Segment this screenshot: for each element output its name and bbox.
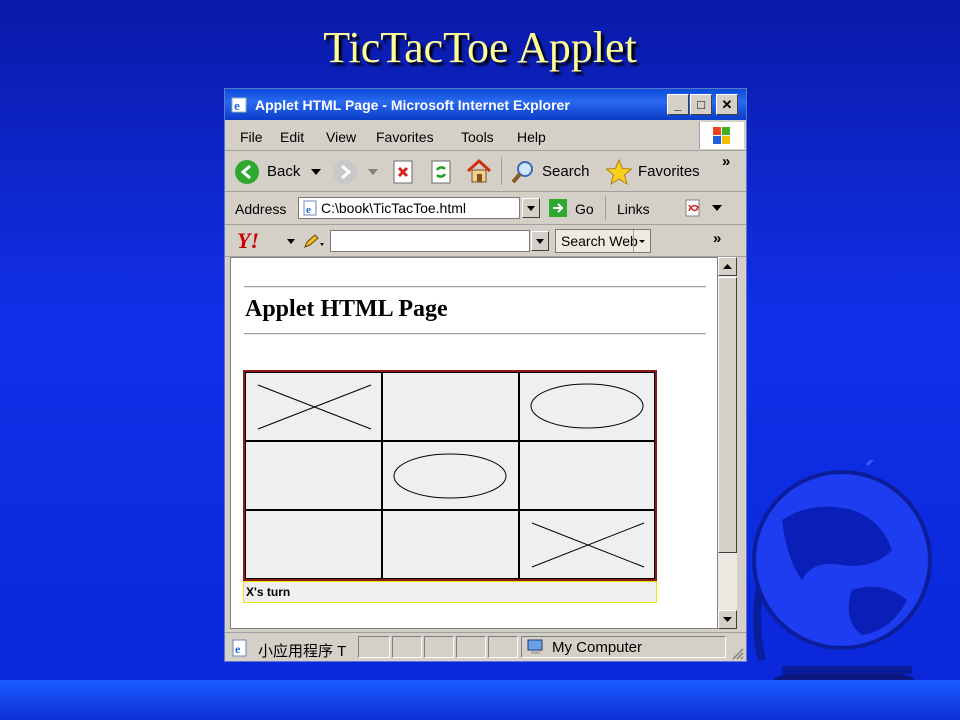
maximize-button[interactable]: □ xyxy=(690,94,712,115)
menu-help[interactable]: Help xyxy=(517,129,546,145)
scroll-thumb[interactable] xyxy=(718,277,737,553)
o-mark xyxy=(393,453,507,499)
address-input[interactable]: e C:\book\TicTacToe.html xyxy=(298,197,520,219)
search-web-button[interactable]: Search Web xyxy=(555,229,651,253)
slide-title: TicTacToe Applet xyxy=(323,23,637,72)
status-pane xyxy=(358,636,390,658)
address-value: C:\book\TicTacToe.html xyxy=(321,200,466,216)
cell-0-1[interactable] xyxy=(382,372,519,441)
yahoo-toolbar: Y! Search Web » xyxy=(225,225,746,257)
back-button[interactable]: Back xyxy=(267,163,300,180)
cell-1-0[interactable] xyxy=(245,441,382,510)
tictactoe-board xyxy=(243,370,657,581)
menu-edit[interactable]: Edit xyxy=(280,129,304,145)
search-button[interactable]: Search xyxy=(542,163,590,180)
status-message: 小应用程序 T xyxy=(258,643,347,660)
status-pane xyxy=(488,636,518,658)
favorites-star-icon[interactable] xyxy=(605,158,633,186)
status-bar: e 小应用程序 T My Computer xyxy=(225,632,746,662)
x-mark xyxy=(531,522,645,568)
ie-icon: e xyxy=(231,97,247,113)
browser-window: e Applet HTML Page - Microsoft Internet … xyxy=(224,88,747,662)
back-arrow-icon[interactable] xyxy=(234,159,260,185)
address-dropdown-button[interactable] xyxy=(522,198,540,218)
svg-text:e: e xyxy=(234,98,240,113)
title-bar[interactable]: e Applet HTML Page - Microsoft Internet … xyxy=(225,89,746,120)
scroll-down-button[interactable] xyxy=(718,610,737,629)
status-pane xyxy=(456,636,486,658)
yahoo-overflow-chevron[interactable]: » xyxy=(713,230,721,247)
cell-2-2[interactable] xyxy=(519,510,655,579)
yahoo-search-input[interactable] xyxy=(330,230,530,252)
minimize-button[interactable]: _ xyxy=(667,94,689,115)
yahoo-search-dropdown[interactable] xyxy=(531,231,549,251)
links-button[interactable]: Links xyxy=(617,201,650,217)
svg-text:e: e xyxy=(306,204,311,216)
cell-0-2[interactable] xyxy=(519,372,655,441)
bottom-band xyxy=(0,680,960,720)
go-arrow-icon[interactable] xyxy=(549,199,567,217)
close-button[interactable]: ✕ xyxy=(716,94,738,115)
page-content: Applet HTML Page X's turn xyxy=(230,257,718,629)
cell-1-1[interactable] xyxy=(382,441,519,510)
toolbar-separator xyxy=(501,157,502,185)
cell-1-2[interactable] xyxy=(519,441,655,510)
pdf-icon[interactable] xyxy=(685,199,705,217)
page-icon: e xyxy=(303,200,317,216)
menu-view[interactable]: View xyxy=(326,129,356,145)
search-web-dropdown-icon[interactable] xyxy=(633,230,650,252)
window-title: Applet HTML Page - Microsoft Internet Ex… xyxy=(255,97,570,113)
address-label: Address xyxy=(235,201,287,217)
top-rule xyxy=(244,286,706,288)
forward-arrow-icon[interactable] xyxy=(332,159,358,185)
x-mark xyxy=(257,384,372,430)
standard-toolbar: Back Search Favorites » xyxy=(225,151,746,192)
globe-decoration xyxy=(752,460,932,690)
yahoo-logo[interactable]: Y! xyxy=(237,228,259,254)
home-icon[interactable] xyxy=(465,158,493,184)
menu-bar: File Edit View Favorites Tools Help xyxy=(225,122,746,151)
zone-label: My Computer xyxy=(552,639,643,656)
cell-2-1[interactable] xyxy=(382,510,519,579)
back-dropdown-icon[interactable] xyxy=(311,169,321,177)
go-button[interactable]: Go xyxy=(575,201,594,217)
windows-logo-icon xyxy=(699,122,744,149)
yahoo-dropdown-icon[interactable] xyxy=(287,239,295,245)
stop-icon[interactable] xyxy=(392,160,414,184)
pencil-icon[interactable] xyxy=(303,233,325,249)
my-computer-icon xyxy=(527,639,543,654)
cell-0-0[interactable] xyxy=(245,372,382,441)
menu-file[interactable]: File xyxy=(240,129,263,145)
menu-favorites[interactable]: Favorites xyxy=(376,129,434,145)
zone-pane: My Computer xyxy=(521,636,726,658)
status-pane xyxy=(392,636,422,658)
menu-tools[interactable]: Tools xyxy=(461,129,494,145)
favorites-button[interactable]: Favorites xyxy=(638,163,700,180)
o-mark xyxy=(530,383,644,429)
status-page-icon: e xyxy=(232,639,247,657)
scroll-up-button[interactable] xyxy=(718,257,737,276)
cell-2-0[interactable] xyxy=(245,510,382,579)
refresh-icon[interactable] xyxy=(430,160,452,184)
forward-dropdown-icon[interactable] xyxy=(368,169,378,177)
search-web-label: Search Web xyxy=(561,233,638,249)
vertical-scrollbar[interactable] xyxy=(718,257,737,629)
address-separator xyxy=(605,196,606,220)
svg-text:e: e xyxy=(235,642,241,656)
pdf-dropdown-icon[interactable] xyxy=(712,205,722,213)
page-heading: Applet HTML Page xyxy=(245,296,448,322)
search-icon[interactable] xyxy=(510,159,536,185)
status-pane xyxy=(424,636,454,658)
address-bar: Address e C:\book\TicTacToe.html Go Link… xyxy=(225,192,746,225)
resize-grip-icon[interactable] xyxy=(730,646,744,660)
turn-status: X's turn xyxy=(243,581,657,603)
toolbar-overflow-chevron[interactable]: » xyxy=(722,153,730,170)
heading-rule xyxy=(244,333,706,335)
